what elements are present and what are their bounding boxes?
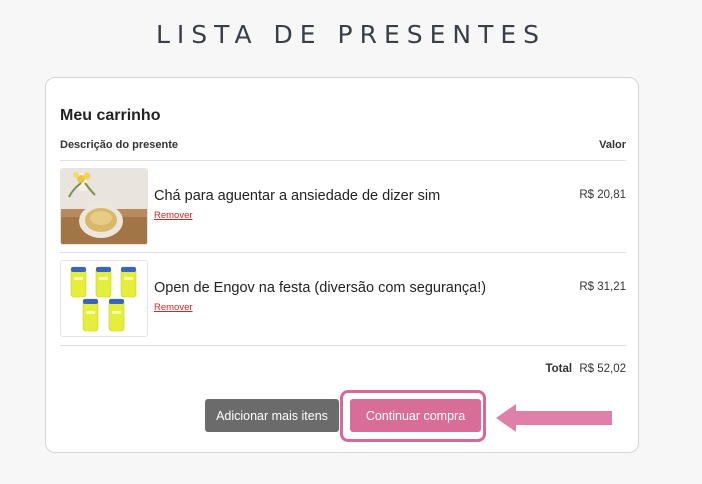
cart-item: Open de Engov na festa (diversão com seg… (60, 260, 626, 337)
cart-card: Meu carrinho Descrição do presente Valor… (45, 77, 639, 453)
add-more-items-button[interactable]: Adicionar mais itens (205, 399, 339, 432)
cart-title: Meu carrinho (60, 107, 161, 124)
item-image-tea (60, 168, 148, 245)
total-label: Total (545, 363, 573, 375)
total-value: R$ 52,02 (579, 363, 626, 375)
pointer-arrow-icon (496, 404, 612, 432)
cart-item: Chá para aguentar a ansiedade de dizer s… (60, 168, 626, 245)
item-price: R$ 31,21 (579, 281, 626, 293)
remove-item-link[interactable]: Remover (154, 302, 193, 313)
page-title: LISTA DE PRESENTES (155, 20, 547, 49)
item-divider (60, 252, 626, 253)
item-image-engov (60, 260, 148, 337)
remove-item-link[interactable]: Remover (154, 210, 193, 221)
column-header-description: Descrição do presente (60, 139, 178, 151)
total-divider (60, 345, 626, 346)
total-row: Total R$ 52,02 (545, 363, 626, 375)
column-header-value: Valor (599, 139, 626, 151)
item-name: Chá para aguentar a ansiedade de dizer s… (154, 188, 441, 204)
header-divider (60, 160, 626, 161)
item-price: R$ 20,81 (579, 189, 626, 201)
continue-purchase-button[interactable]: Continuar compra (350, 399, 481, 432)
item-name: Open de Engov na festa (diversão com seg… (154, 280, 487, 296)
